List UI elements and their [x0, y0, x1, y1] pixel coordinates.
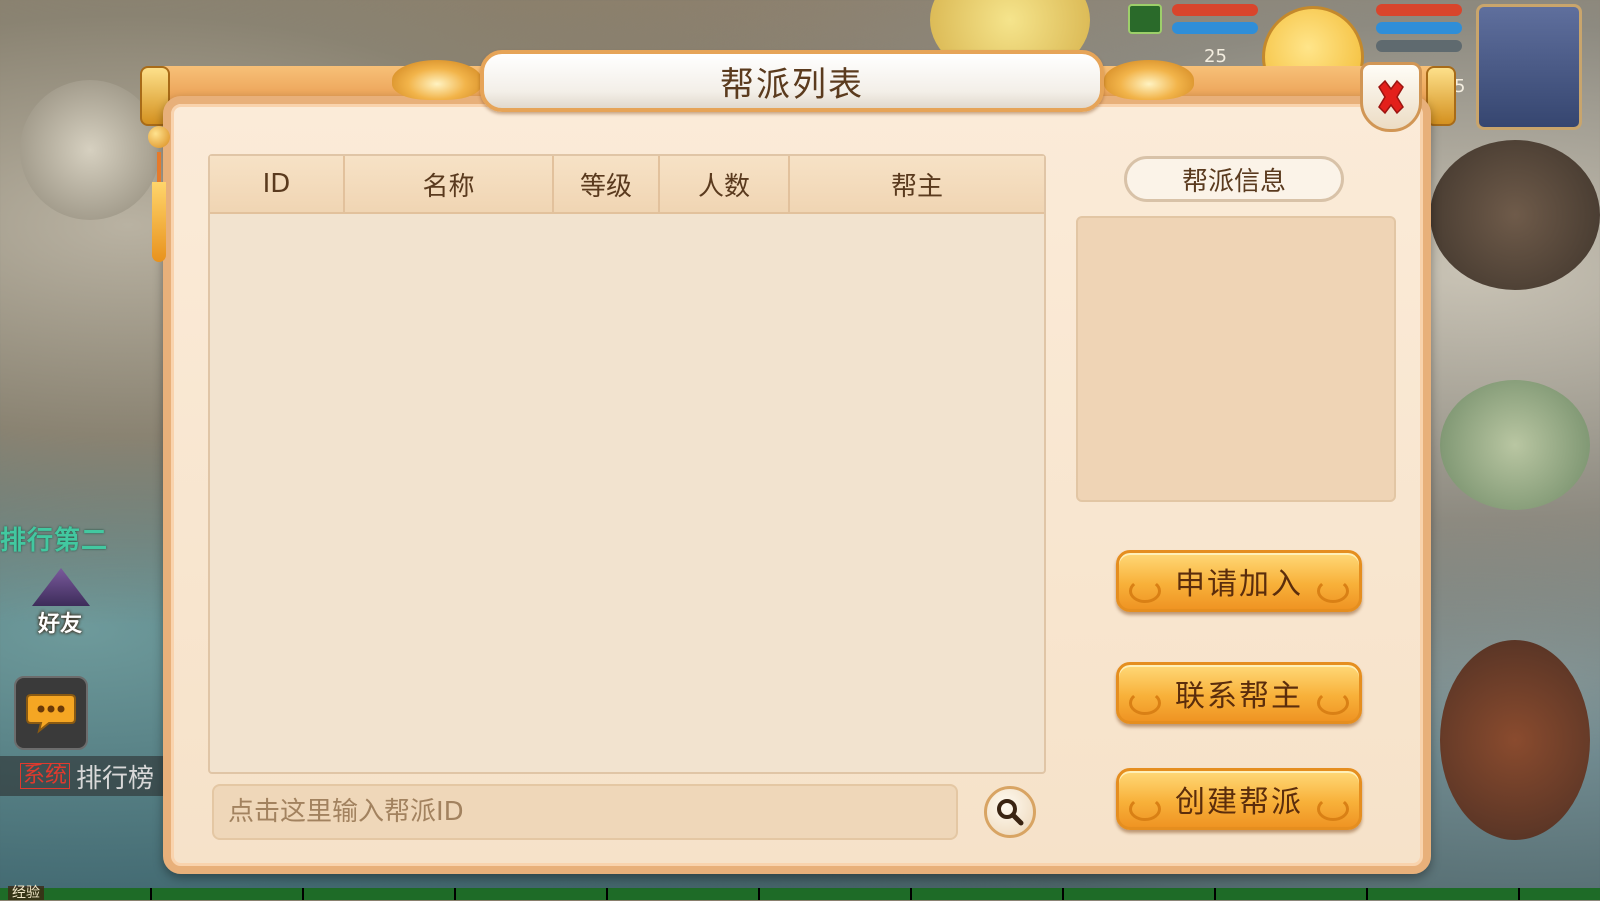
player-status-bars [1376, 4, 1462, 58]
chat-bubble-icon [26, 694, 76, 734]
player-exp-bar [1376, 40, 1462, 52]
cloud-swirl-icon [1317, 579, 1349, 603]
column-header-leader[interactable]: 帮主 [790, 156, 1044, 212]
player-hp-bar [1376, 4, 1462, 16]
dialog-title: 帮派列表 [720, 64, 864, 105]
rank-banner-text: 排行第二 [0, 526, 109, 556]
bg-gate [1440, 640, 1590, 840]
experience-label: 经验 [8, 886, 44, 900]
cloud-swirl-icon [1317, 691, 1349, 715]
player-mp-bar [1376, 22, 1462, 34]
table-body[interactable] [210, 214, 1044, 772]
contact-leader-button[interactable]: 联系帮主 [1116, 662, 1362, 724]
search-button[interactable] [984, 786, 1036, 838]
bg-building [20, 80, 160, 220]
apply-join-button[interactable]: 申请加入 [1116, 550, 1362, 612]
experience-bar [0, 888, 1600, 900]
search-icon [997, 799, 1024, 826]
system-message-line: 系统 排行榜 [0, 756, 170, 796]
title-cloud-ornament-right [1104, 60, 1194, 100]
column-header-members[interactable]: 人数 [660, 156, 790, 212]
column-header-level[interactable]: 等级 [554, 156, 660, 212]
pet-level: 25 [1204, 46, 1227, 67]
guild-info-panel [1076, 216, 1396, 502]
tassel-ornament [148, 126, 170, 296]
pet-mp-bar [1172, 22, 1258, 34]
title-cloud-ornament-left [392, 60, 482, 100]
contact-leader-label: 联系帮主 [1175, 679, 1303, 714]
cloud-swirl-icon [1129, 691, 1161, 715]
dialog-title-plate: 帮派列表 [480, 50, 1104, 112]
tassel-tail [152, 182, 166, 262]
column-header-name[interactable]: 名称 [345, 156, 554, 212]
apply-join-label: 申请加入 [1175, 567, 1303, 602]
column-header-id[interactable]: ID [210, 156, 345, 212]
create-guild-button[interactable]: 创建帮派 [1116, 768, 1362, 830]
friend-hat-icon [32, 568, 90, 606]
pet-status-bars [1172, 4, 1258, 40]
friend-button[interactable]: 好友 [18, 568, 102, 638]
guild-info-label: 帮派信息 [1124, 156, 1344, 202]
close-icon [1378, 79, 1404, 115]
table-header: ID 名称 等级 人数 帮主 [210, 156, 1044, 214]
cloud-swirl-icon [1129, 797, 1161, 821]
guild-table: ID 名称 等级 人数 帮主 [208, 154, 1046, 774]
chat-button[interactable] [14, 676, 88, 750]
player-portrait[interactable] [1476, 4, 1582, 130]
map-icon[interactable] [1128, 4, 1162, 34]
guild-id-search-input[interactable] [212, 784, 958, 840]
tassel-cord [157, 152, 161, 182]
cloud-swirl-icon [1129, 579, 1161, 603]
close-button[interactable] [1360, 62, 1422, 132]
friend-label: 好友 [37, 612, 82, 637]
system-tag: 系统 [20, 763, 71, 789]
bg-garden [1440, 380, 1590, 510]
tassel-bead [148, 126, 170, 148]
pet-hp-bar [1172, 4, 1258, 16]
cloud-swirl-icon [1317, 797, 1349, 821]
system-message: 排行榜 [76, 763, 155, 794]
create-guild-label: 创建帮派 [1175, 785, 1303, 820]
bg-building [1430, 140, 1600, 290]
